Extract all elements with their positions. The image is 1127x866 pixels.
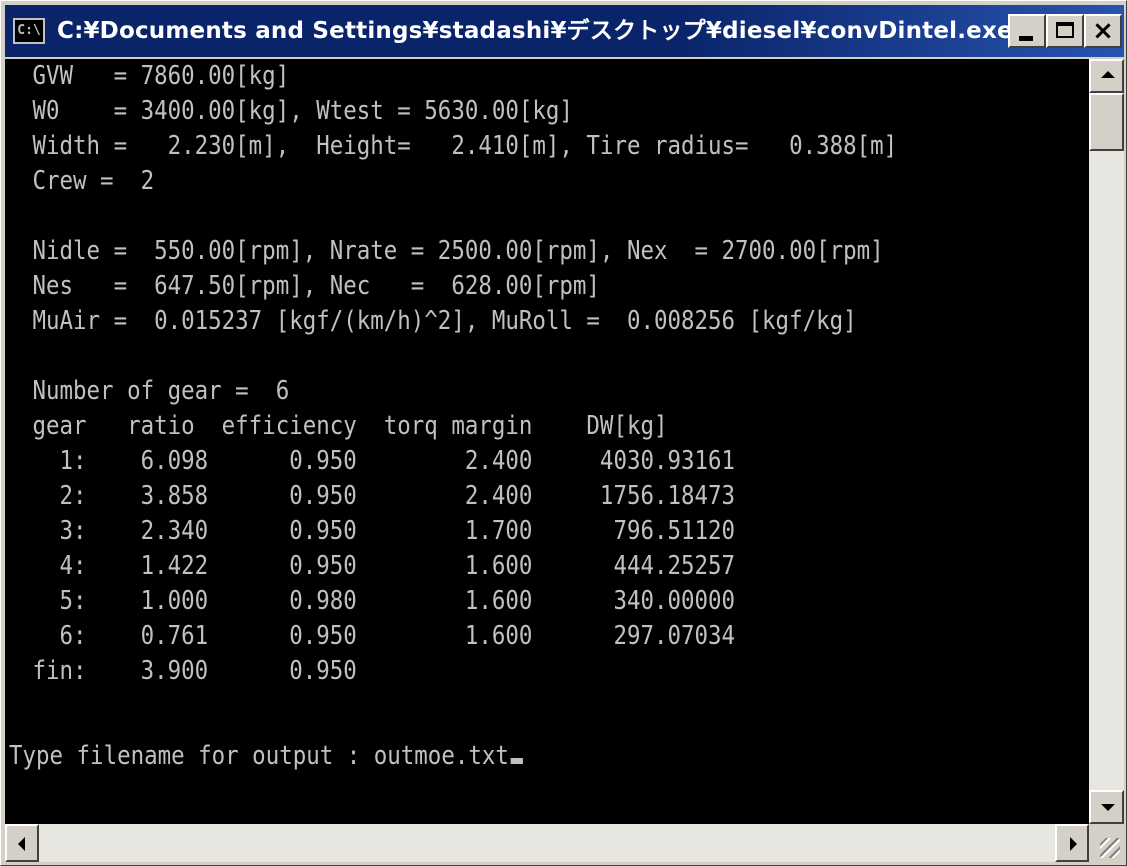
console-output[interactable]: GVW = 7860.00[kg] W0 = 3400.00[kg], Wtes… <box>5 59 1089 824</box>
resize-grip[interactable] <box>1089 824 1124 862</box>
console-line: Nidle = 550.00[rpm], Nrate = 2500.00[rpm… <box>19 236 884 266</box>
arrow-right-icon <box>1070 837 1077 851</box>
console-line: gear ratio efficiency torq margin DW[kg] <box>19 411 668 441</box>
minimize-button[interactable] <box>1008 14 1046 48</box>
console-line: GVW = 7860.00[kg] <box>19 61 290 91</box>
maximize-icon <box>1056 22 1074 38</box>
window-title: C:¥Documents and Settings¥stadashi¥デスクトッ… <box>57 18 1013 44</box>
console-line: fin: 3.900 0.950 <box>19 656 357 686</box>
scroll-down-button[interactable] <box>1089 790 1124 824</box>
console-line: 4: 1.422 0.950 1.600 444.25257 <box>19 551 736 581</box>
console-app-icon[interactable]: C:\ <box>13 18 45 44</box>
console-line: Width = 2.230[m], Height= 2.410[m], Tire… <box>19 131 898 161</box>
arrow-down-icon <box>1101 804 1115 811</box>
scrollbar-horizontal[interactable] <box>5 824 1089 862</box>
scrollbar-vertical[interactable] <box>1089 59 1124 824</box>
console-line: Nes = 647.50[rpm], Nec = 628.00[rpm] <box>19 271 600 301</box>
text-cursor <box>510 758 523 764</box>
title-bar[interactable]: C:\ C:¥Documents and Settings¥stadashi¥デ… <box>5 5 1124 57</box>
close-button[interactable]: × <box>1084 14 1122 48</box>
prompt-line[interactable]: Type filename for output : outmoe.txt <box>9 741 523 771</box>
close-icon: × <box>1092 16 1114 46</box>
prompt-text: Type filename for output : outmoe.txt <box>9 741 509 771</box>
scroll-left-button[interactable] <box>5 824 39 862</box>
scroll-up-button[interactable] <box>1089 59 1124 93</box>
console-line: Number of gear = 6 <box>19 376 290 406</box>
console-line: 1: 6.098 0.950 2.400 4030.93161 <box>19 446 736 476</box>
maximize-button[interactable] <box>1046 14 1084 48</box>
console-line: 5: 1.000 0.980 1.600 340.00000 <box>19 586 736 616</box>
console-line: W0 = 3400.00[kg], Wtest = 5630.00[kg] <box>19 96 573 126</box>
console-line: 2: 3.858 0.950 2.400 1756.18473 <box>19 481 736 511</box>
arrow-up-icon <box>1101 71 1115 78</box>
console-line: 6: 0.761 0.950 1.600 297.07034 <box>19 621 736 651</box>
console-line: Crew = 2 <box>19 166 155 196</box>
resize-grip-icon <box>1100 838 1120 858</box>
console-line: 3: 2.340 0.950 1.700 796.51120 <box>19 516 736 546</box>
minimize-icon <box>1019 36 1033 41</box>
scroll-thumb-vertical[interactable] <box>1089 93 1124 151</box>
console-window: C:\ C:¥Documents and Settings¥stadashi¥デ… <box>0 0 1127 866</box>
scroll-right-button[interactable] <box>1055 824 1089 862</box>
arrow-left-icon <box>18 837 25 851</box>
console-line: MuAir = 0.015237 [kgf/(km/h)^2], MuRoll … <box>19 306 857 336</box>
